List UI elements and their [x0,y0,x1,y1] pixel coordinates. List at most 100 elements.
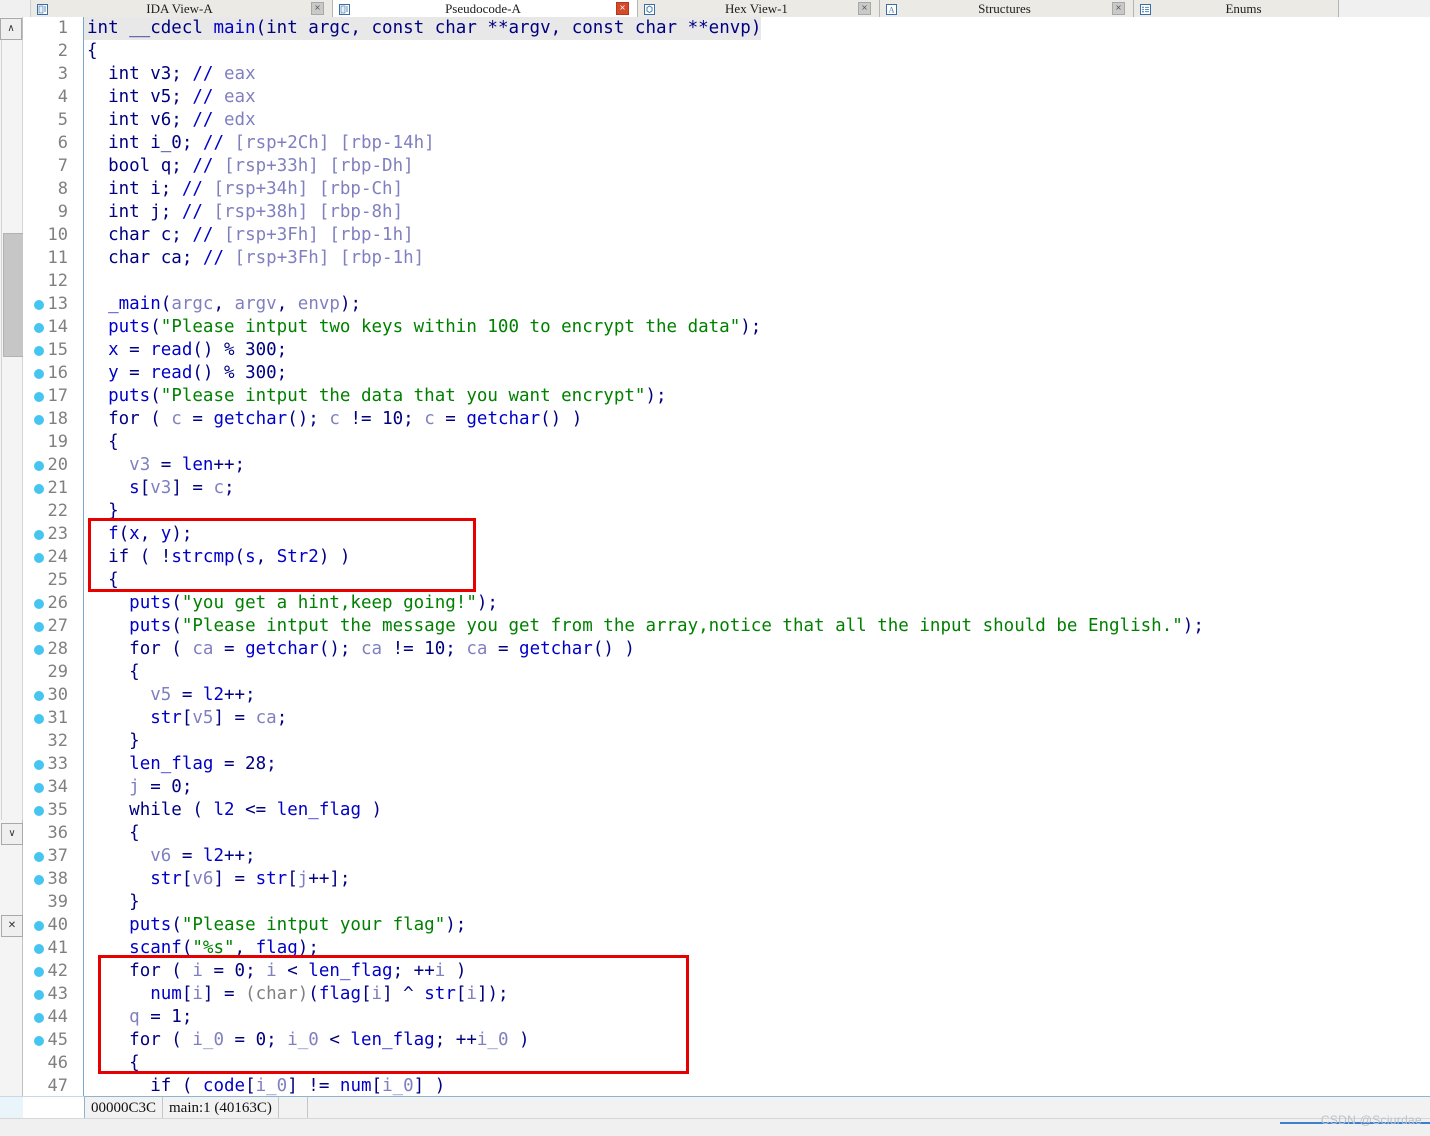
code-line[interactable]: 7 bool q; // [rsp+33h] [rbp-Dh] [23,155,1430,178]
line-number: 12 [47,271,68,291]
code-line[interactable]: 4 int v5; // eax [23,86,1430,109]
vertical-scrollbar-thumb[interactable] [3,233,25,357]
code-line[interactable]: 15 x = read() % 300; [23,339,1430,362]
code-line[interactable]: 27 puts("Please intput the message you g… [23,615,1430,638]
code-line[interactable]: 18 for ( c = getchar(); c != 10; c = get… [23,408,1430,431]
code-line[interactable]: 22 } [23,500,1430,523]
line-number: 34 [47,777,68,797]
code-line-text: puts("you get a hint,keep going!"); [129,593,498,613]
code-line[interactable]: 13 _main(argc, argv, envp); [23,293,1430,316]
status-offset: 00000C3C [84,1097,164,1119]
code-line[interactable]: 40 puts("Please intput your flag"); [23,914,1430,937]
code-line[interactable]: 11 char ca; // [rsp+3Fh] [rbp-1h] [23,247,1430,270]
code-line[interactable]: 26 puts("you get a hint,keep going!"); [23,592,1430,615]
code-line[interactable]: 29 { [23,661,1430,684]
tab-close-icon[interactable]: × [616,2,629,15]
code-line-text: j = 0; [129,777,193,797]
status-spacer-1 [279,1097,308,1119]
code-line[interactable]: 10 char c; // [rsp+3Fh] [rbp-1h] [23,224,1430,247]
line-number: 42 [47,961,68,981]
code-line-text: int i_0; // [rsp+2Ch] [rbp-14h] [108,133,435,153]
document-icon [339,3,350,15]
code-line[interactable]: 45 for ( i_0 = 0; i_0 < len_flag; ++i_0 … [23,1029,1430,1052]
tab-enums[interactable]: Enums [1134,0,1339,17]
code-line[interactable]: 19 { [23,431,1430,454]
code-line-text: puts("Please intput the data that you wa… [108,386,667,406]
line-number: 37 [47,846,68,866]
code-line[interactable]: 47 if ( code[i_0] != num[i_0] ) [23,1075,1430,1096]
code-line-text: f(x, y); [108,524,193,544]
code-lines-container[interactable]: 1 int __cdecl main(int argc, const char *… [23,17,1430,1096]
line-number: 45 [47,1030,68,1050]
tab-pseudocode-a[interactable]: Pseudocode-A × [333,0,638,17]
code-line-text: str[v5] = ca; [150,708,288,728]
code-line[interactable]: 38 str[v6] = str[j++]; [23,868,1430,891]
code-line[interactable]: 30 v5 = l2++; [23,684,1430,707]
code-line[interactable]: 21 s[v3] = c; [23,477,1430,500]
line-number: 47 [47,1076,68,1096]
code-line[interactable]: 31 str[v5] = ca; [23,707,1430,730]
code-line[interactable]: 35 while ( l2 <= len_flag ) [23,799,1430,822]
line-number: 32 [47,731,68,751]
code-line[interactable]: 43 num[i] = (char)(flag[i] ^ str[i]); [23,983,1430,1006]
code-line[interactable]: 2{ [23,40,1430,63]
code-line[interactable]: 17 puts("Please intput the data that you… [23,385,1430,408]
line-number: 30 [47,685,68,705]
code-line[interactable]: 46 { [23,1052,1430,1075]
code-line-text: v5 = l2++; [150,685,256,705]
code-line-text: { [87,41,98,61]
code-line[interactable]: 25 { [23,569,1430,592]
code-line[interactable]: 20 v3 = len++; [23,454,1430,477]
enum-icon [1140,3,1151,15]
code-line[interactable]: 37 v6 = l2++; [23,845,1430,868]
hex-icon [644,3,655,15]
scroll-down-button[interactable]: ∨ [1,823,23,845]
line-number: 20 [47,455,68,475]
code-line[interactable]: 3 int v3; // eax [23,63,1430,86]
tab-close-icon[interactable]: × [311,2,324,15]
status-spacer-2 [308,1097,336,1119]
code-line[interactable]: 42 for ( i = 0; i < len_flag; ++i ) [23,960,1430,983]
code-line-text: v3 = len++; [129,455,246,475]
tab-close-icon[interactable]: × [858,2,871,15]
code-line[interactable]: 33 len_flag = 28; [23,753,1430,776]
code-line[interactable]: 6 int i_0; // [rsp+2Ch] [rbp-14h] [23,132,1430,155]
scroll-up-button[interactable]: ∧ [0,18,22,40]
code-line[interactable]: 39 } [23,891,1430,914]
code-line[interactable]: 24 if ( !strcmp(s, Str2) ) [23,546,1430,569]
code-line-text: } [87,892,140,912]
vertical-scrollbar-track[interactable] [1,40,25,820]
code-line[interactable]: 8 int i; // [rsp+34h] [rbp-Ch] [23,178,1430,201]
code-line[interactable]: 14 puts("Please intput two keys within 1… [23,316,1430,339]
code-line-text: int v5; // eax [108,87,256,107]
code-line[interactable]: 41 scanf("%s", flag); [23,937,1430,960]
line-number: 15 [47,340,68,360]
code-line[interactable]: 23 f(x, y); [23,523,1430,546]
code-line-text: int v6; // edx [108,110,256,130]
code-line[interactable]: 32 } [23,730,1430,753]
code-line[interactable]: 9 int j; // [rsp+38h] [rbp-8h] [23,201,1430,224]
code-line[interactable]: 36 { [23,822,1430,845]
tab-close-icon[interactable]: × [1112,2,1125,15]
code-line[interactable]: 12 [23,270,1430,293]
code-line-text: } [87,731,140,751]
code-line[interactable]: 1 int __cdecl main(int argc, const char *… [23,17,1430,40]
code-line[interactable]: 5 int v6; // edx [23,109,1430,132]
tab-ida-view-a[interactable]: IDA View-A × [31,0,333,17]
line-number: 33 [47,754,68,774]
line-number: 43 [47,984,68,1004]
line-number: 28 [47,639,68,659]
pseudocode-editor[interactable]: 1 int __cdecl main(int argc, const char *… [23,17,1430,1096]
code-line[interactable]: 44 q = 1; [23,1006,1430,1029]
line-number: 41 [47,938,68,958]
code-line-text: { [87,823,140,843]
line-number: 2 [57,41,68,61]
tab-hex-view-1[interactable]: Hex View-1 × [638,0,880,17]
code-line[interactable]: 28 for ( ca = getchar(); ca != 10; ca = … [23,638,1430,661]
tab-structures[interactable]: A Structures × [880,0,1134,17]
close-panel-button[interactable]: ✕ [1,915,23,937]
line-number: 1 [57,18,68,38]
code-line[interactable]: 16 y = read() % 300; [23,362,1430,385]
code-line[interactable]: 34 j = 0; [23,776,1430,799]
